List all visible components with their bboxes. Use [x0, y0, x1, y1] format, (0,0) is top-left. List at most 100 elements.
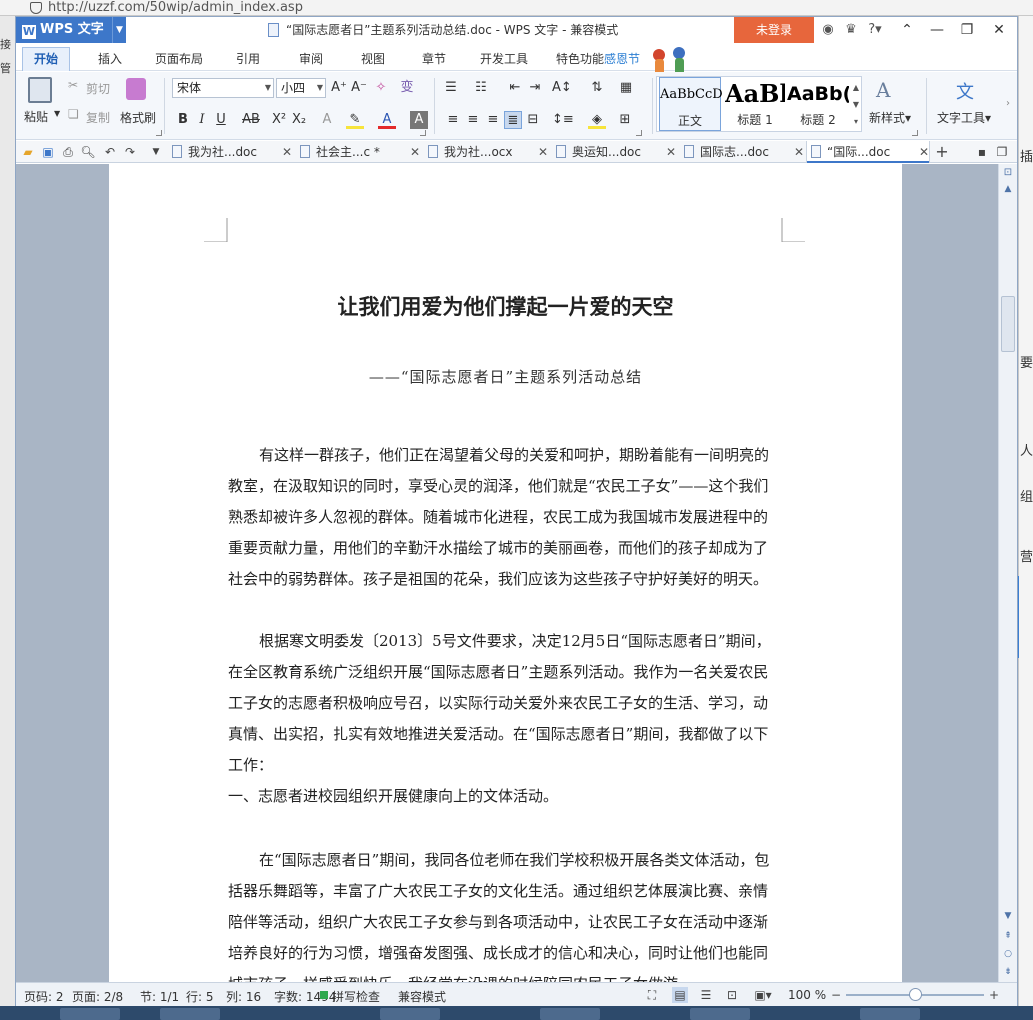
zoom-level[interactable]: 100 %	[788, 988, 826, 1002]
close-icon[interactable]: ✕	[538, 141, 548, 163]
paste-button[interactable]: 粘贴	[24, 108, 48, 125]
shirt-icon[interactable]: ♛	[842, 21, 860, 39]
redo-icon[interactable]: ↷	[122, 144, 138, 160]
new-style-icon[interactable]: A	[876, 78, 890, 102]
gallery-scroll-buttons[interactable]: ▲ ▼ ▾	[851, 79, 861, 130]
zoom-out-icon[interactable]: −	[828, 987, 844, 1003]
reading-view-icon[interactable]: ▣▾	[752, 987, 774, 1003]
paragraph-shading-icon[interactable]: ◈	[588, 111, 606, 129]
scroll-up-icon[interactable]: ▲	[1001, 182, 1015, 196]
print-icon[interactable]: ⎙	[60, 144, 76, 160]
skin-icon[interactable]: ◉	[819, 21, 837, 39]
align-left-icon[interactable]: ≡	[444, 111, 462, 129]
borders-icon[interactable]: ⊞	[616, 111, 634, 129]
scrollbar-thumb[interactable]	[1001, 296, 1015, 352]
align-right-icon[interactable]: ≡	[484, 111, 502, 129]
login-button[interactable]: 未登录	[734, 17, 814, 43]
style-heading-1[interactable]: AaBl 标题 1	[725, 77, 785, 131]
decrease-indent-icon[interactable]: ⇤	[506, 79, 524, 97]
close-icon[interactable]: ✕	[410, 141, 420, 163]
justify-icon[interactable]: ≣	[504, 111, 522, 129]
close-icon[interactable]: ✕	[282, 141, 292, 163]
copy-button[interactable]: 复制	[86, 109, 110, 126]
doc-tab[interactable]: 奥运知...doc ✕	[552, 141, 676, 163]
doc-tab-active[interactable]: “国际...doc ✕	[806, 141, 930, 163]
scissors-icon[interactable]: ✂	[68, 78, 78, 92]
format-painter-button[interactable]: 格式刷	[120, 109, 156, 126]
chevron-down-icon[interactable]: ▼	[112, 17, 126, 43]
bold-icon[interactable]: B	[174, 111, 192, 129]
doc-tab[interactable]: 国际志...doc ✕	[680, 141, 804, 163]
tab-page-layout[interactable]: 页面布局	[155, 50, 203, 67]
subscript-icon[interactable]: X₂	[290, 111, 308, 129]
phonetic-guide-icon[interactable]: 变	[398, 79, 416, 97]
tab-list-icon[interactable]: ▪	[974, 144, 990, 160]
strikethrough-icon[interactable]: AB	[240, 111, 262, 129]
copy-icon[interactable]: ❏	[68, 107, 79, 121]
close-icon[interactable]: ✕	[666, 141, 676, 163]
close-icon[interactable]: ✕	[919, 141, 929, 163]
spellcheck-toggle[interactable]: 拼写检查	[332, 988, 380, 1005]
chevron-down-icon[interactable]: ▼	[54, 109, 60, 118]
print-preview-icon[interactable]: 🔍︎	[80, 144, 96, 160]
clear-format-icon[interactable]: ✧	[372, 79, 390, 97]
paste-icon[interactable]	[28, 77, 52, 103]
next-page-icon[interactable]: ⇟	[1001, 965, 1015, 979]
collapse-ribbon-button[interactable]: ⌃	[892, 17, 922, 43]
tab-view[interactable]: 视图	[361, 50, 385, 67]
full-screen-icon[interactable]: ⛶	[644, 987, 660, 1003]
character-shading-icon[interactable]: A	[410, 111, 428, 129]
superscript-icon[interactable]: X²	[270, 111, 288, 129]
close-button[interactable]: ✕	[984, 17, 1014, 43]
save-icon[interactable]: ▣	[40, 144, 56, 160]
sort-icon[interactable]: ⇅	[588, 79, 606, 97]
new-style-button[interactable]: 新样式▾	[869, 109, 911, 126]
doc-tab[interactable]: 社会主...c * ✕	[296, 141, 420, 163]
minimize-button[interactable]: —	[922, 17, 952, 43]
format-painter-icon[interactable]	[126, 78, 146, 100]
font-size-select[interactable]: 小四 ▼	[276, 78, 326, 98]
document-page[interactable]: 让我们用爱为他们撑起一片爱的天空 ——“国际志愿者日”主题系列活动总结 有这样一…	[109, 164, 902, 982]
font-color-icon[interactable]: A	[378, 111, 396, 129]
tab-references[interactable]: 引用	[236, 50, 260, 67]
app-menu-button[interactable]: W WPS 文字 ▼	[16, 17, 126, 43]
tab-thanksgiving[interactable]: 感恩节	[604, 50, 640, 67]
style-heading-2[interactable]: AaBb( 标题 2	[787, 77, 849, 131]
underline-icon[interactable]: U	[212, 111, 230, 129]
zoom-slider-thumb[interactable]	[909, 988, 922, 1001]
distributed-align-icon[interactable]: ⊟	[524, 111, 542, 129]
chevron-down-icon[interactable]: ▼	[148, 144, 164, 160]
open-folder-icon[interactable]: ▰	[20, 144, 36, 160]
line-spacing-icon[interactable]: ↕≡	[552, 111, 574, 129]
tab-home[interactable]: 开始	[22, 47, 71, 71]
new-tab-icon[interactable]: +	[934, 144, 950, 160]
web-view-icon[interactable]: ⊡	[724, 987, 740, 1003]
numbered-list-icon[interactable]: ☷	[472, 79, 490, 97]
restore-tab-icon[interactable]: ❐	[994, 144, 1010, 160]
tab-special-features[interactable]: 特色功能	[556, 50, 604, 67]
prev-page-icon[interactable]: ⇞	[1001, 929, 1015, 943]
increase-indent-icon[interactable]: ⇥	[526, 79, 544, 97]
outline-view-icon[interactable]: ☰	[698, 987, 714, 1003]
cut-button[interactable]: 剪切	[86, 80, 110, 97]
shrink-font-icon[interactable]: A⁻	[350, 79, 368, 97]
ribbon-scroll-right[interactable]: ›	[1006, 98, 1010, 109]
tab-developer[interactable]: 开发工具	[480, 50, 528, 67]
text-tools-icon[interactable]: 文	[956, 78, 974, 104]
help-icon[interactable]: ?▾	[864, 21, 886, 39]
font-name-select[interactable]: 宋体 ▼	[172, 78, 274, 98]
bullet-list-icon[interactable]: ☰	[442, 79, 460, 97]
maximize-button[interactable]: ❐	[952, 17, 982, 43]
select-browse-object-icon[interactable]: ○	[1001, 947, 1015, 961]
style-normal[interactable]: AaBbCcD 正文	[659, 77, 723, 131]
scroll-down-icon[interactable]: ▼	[1001, 909, 1015, 923]
tab-chapter[interactable]: 章节	[422, 50, 446, 67]
text-tools-button[interactable]: 文字工具▾	[937, 109, 991, 126]
zoom-in-icon[interactable]: +	[986, 987, 1002, 1003]
tab-insert[interactable]: 插入	[98, 50, 122, 67]
pin-icon[interactable]: ⊡	[1001, 166, 1015, 180]
doc-tab[interactable]: 我为社...ocx ✕	[424, 141, 548, 163]
undo-icon[interactable]: ↶	[102, 144, 118, 160]
highlight-icon[interactable]: ✎	[346, 111, 364, 129]
italic-icon[interactable]: I	[193, 111, 211, 129]
